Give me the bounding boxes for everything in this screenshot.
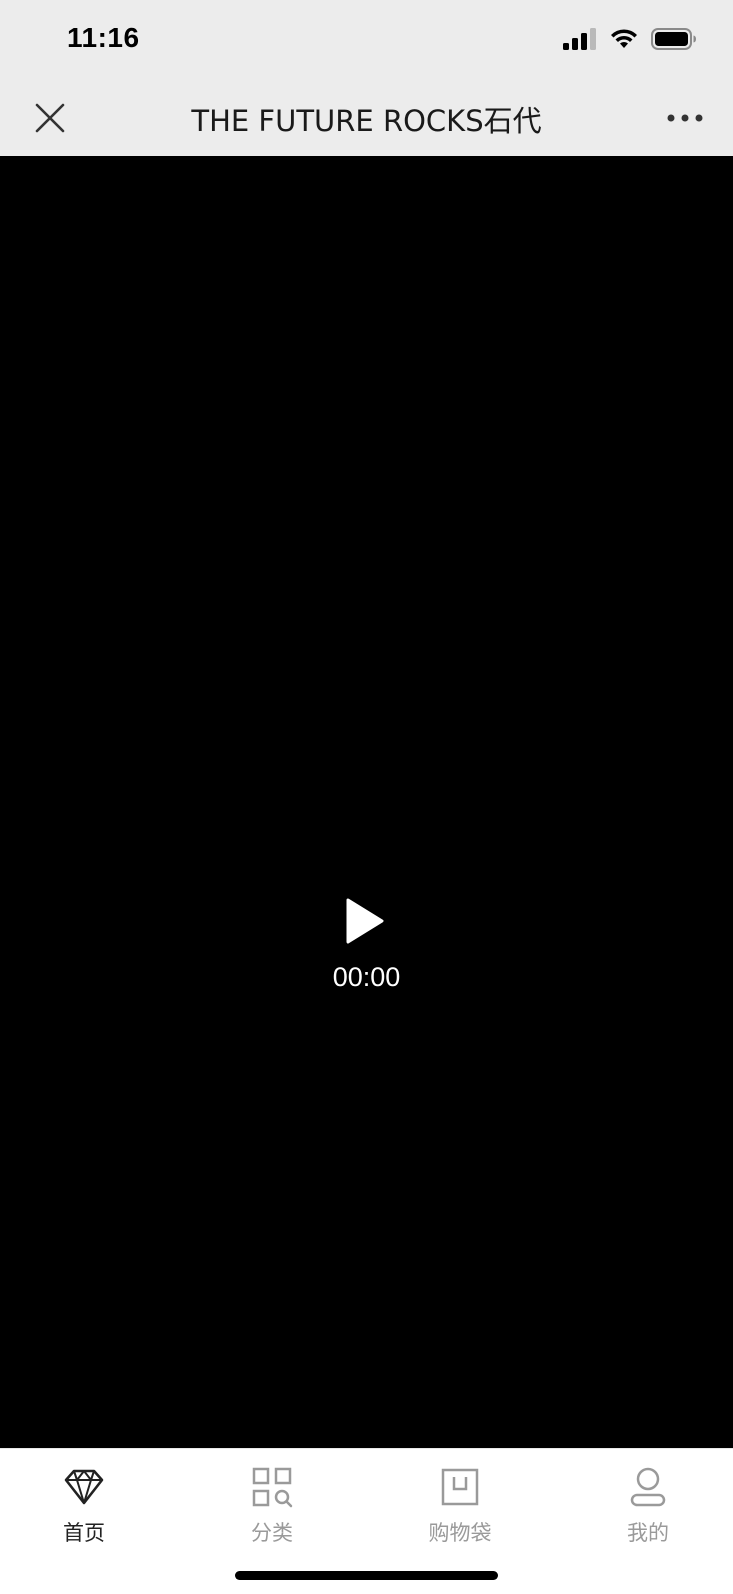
status-bar: 11:16 bbox=[0, 0, 733, 78]
tab-home[interactable]: 首页 bbox=[24, 1465, 144, 1565]
cellular-signal-icon bbox=[563, 28, 596, 50]
diamond-icon bbox=[64, 1469, 104, 1505]
close-button[interactable] bbox=[30, 98, 70, 138]
category-grid-icon bbox=[252, 1467, 293, 1508]
status-time: 11:16 bbox=[67, 22, 140, 53]
more-button[interactable] bbox=[663, 98, 707, 138]
video-current-time: 00:00 bbox=[332, 962, 401, 992]
play-button[interactable] bbox=[342, 896, 388, 946]
home-indicator bbox=[235, 1571, 498, 1580]
close-icon bbox=[35, 103, 65, 133]
page-title: THE FUTURE ROCKS石代 bbox=[191, 104, 542, 138]
shopping-bag-icon bbox=[441, 1468, 479, 1506]
nav-bar: THE FUTURE ROCKS石代 bbox=[0, 78, 733, 156]
tab-me[interactable]: 我的 bbox=[588, 1465, 708, 1565]
wifi-icon bbox=[611, 29, 637, 48]
tab-me-label: 我的 bbox=[627, 1521, 669, 1545]
tab-category-label: 分类 bbox=[251, 1521, 293, 1545]
tab-shopping-bag[interactable]: 购物袋 bbox=[400, 1465, 520, 1565]
tab-category[interactable]: 分类 bbox=[212, 1465, 332, 1565]
tab-shopping-bag-label: 购物袋 bbox=[428, 1521, 492, 1545]
more-horizontal-icon bbox=[667, 114, 703, 122]
play-icon bbox=[346, 898, 384, 944]
video-player[interactable]: 00:00 bbox=[0, 156, 733, 1448]
profile-icon bbox=[630, 1467, 666, 1507]
battery-icon bbox=[651, 28, 696, 50]
status-icons bbox=[563, 28, 697, 50]
tab-home-label: 首页 bbox=[63, 1521, 105, 1545]
